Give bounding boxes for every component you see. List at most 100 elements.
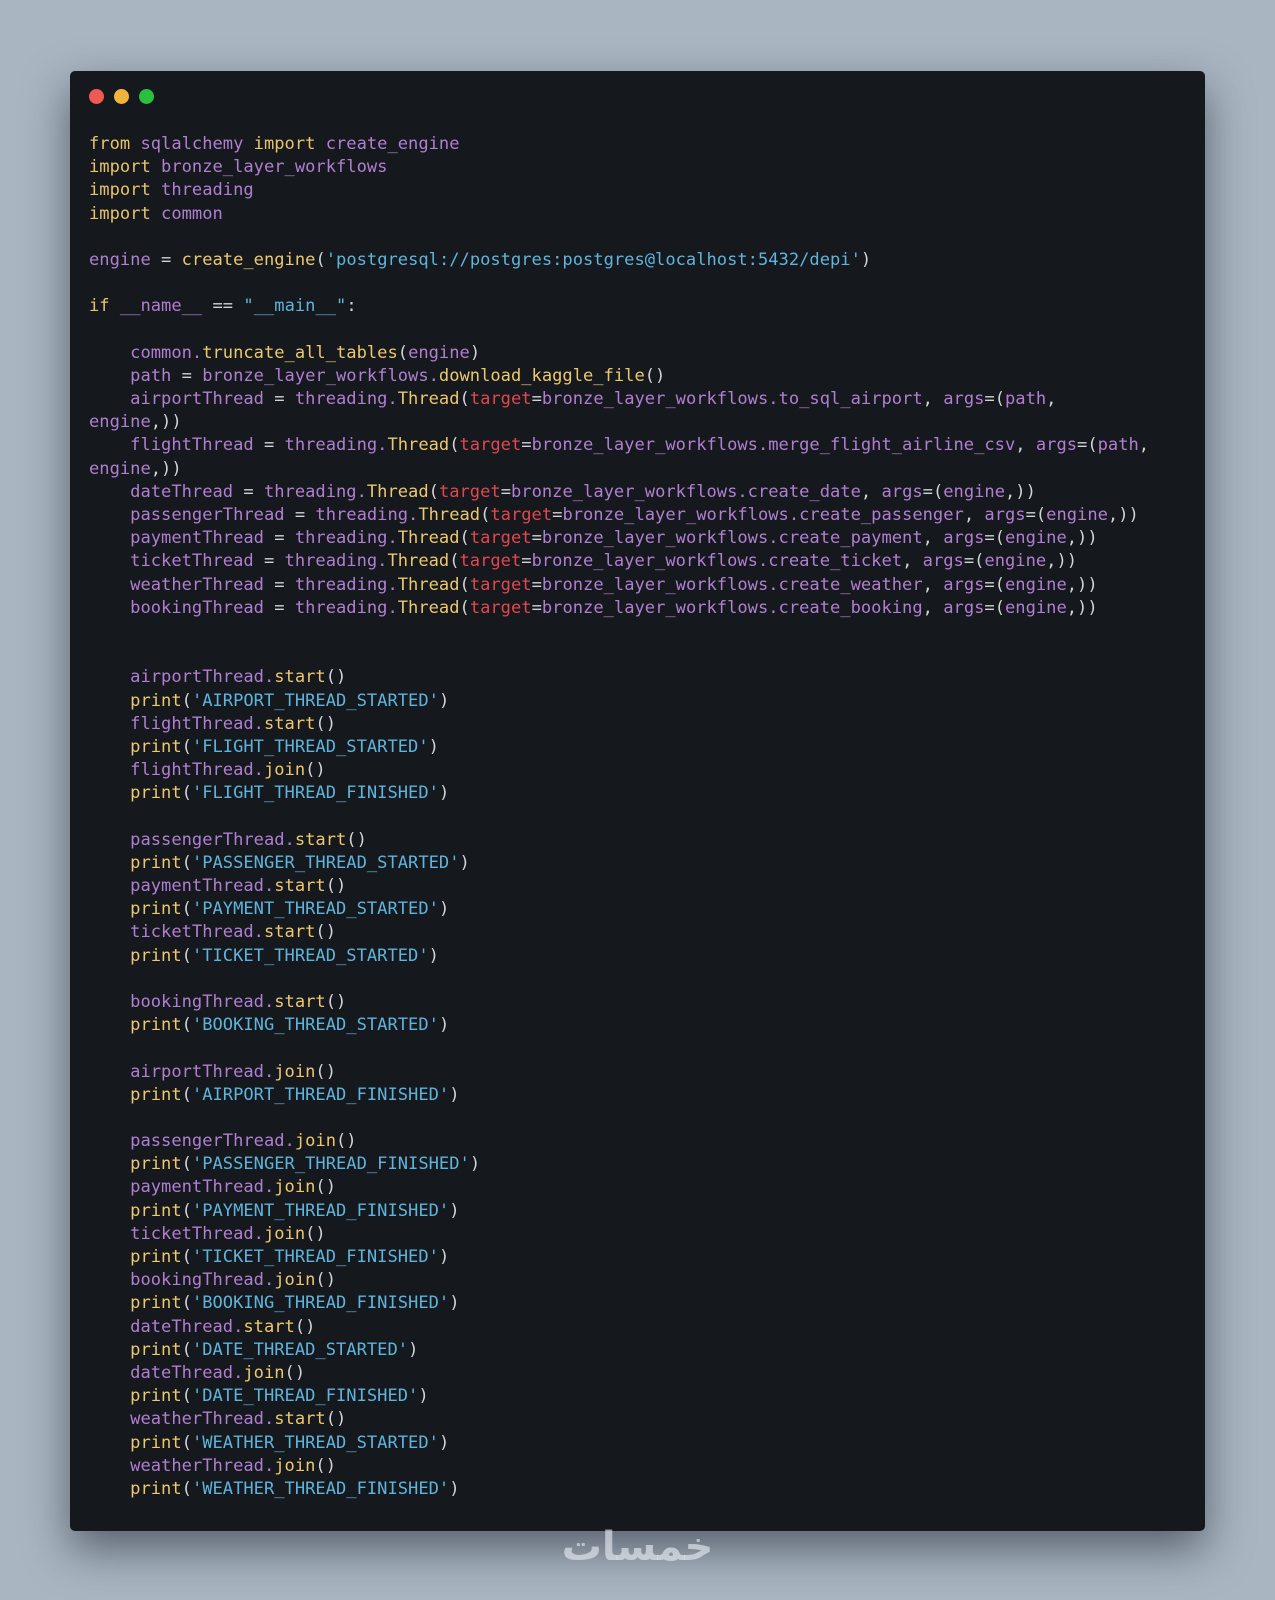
code-token: start xyxy=(274,991,326,1012)
code-line: from sqlalchemy import create_engine xyxy=(89,133,1186,156)
code-token: threading. xyxy=(294,528,398,549)
code-line: import threading xyxy=(89,179,1186,202)
code-token: () xyxy=(284,1362,306,1383)
code-token: engine xyxy=(984,551,1047,572)
code-token: = xyxy=(263,435,285,456)
code-token: , xyxy=(902,551,923,572)
code-token: ( xyxy=(449,435,460,456)
code-token: ( xyxy=(181,899,192,920)
code-token: = xyxy=(263,551,285,572)
code-token: ( xyxy=(181,1015,192,1036)
maximize-dot-icon[interactable] xyxy=(139,89,154,104)
code-line: print('TICKET_THREAD_FINISHED') xyxy=(89,1246,1186,1269)
code-token: 'PAYMENT_THREAD_STARTED' xyxy=(191,899,439,920)
code-token: ticketThread xyxy=(89,551,264,572)
code-token: args xyxy=(922,551,964,572)
code-token: join xyxy=(243,1362,285,1383)
code-token: engine xyxy=(1005,574,1067,595)
code-token: Thread xyxy=(418,505,481,525)
code-line: print('AIRPORT_THREAD_FINISHED') xyxy=(89,1084,1186,1107)
code-token: =( xyxy=(984,574,1005,595)
code-token: ,)) xyxy=(1066,597,1098,618)
code-token: () xyxy=(315,713,337,734)
code-line: import bronze_layer_workflows xyxy=(89,156,1186,179)
code-token: ( xyxy=(181,852,192,873)
code-token: 'PASSENGER_THREAD_STARTED' xyxy=(191,852,460,873)
code-token: args xyxy=(943,574,985,595)
code-token: engine xyxy=(89,249,162,270)
minimize-dot-icon[interactable] xyxy=(114,89,129,104)
code-token: () xyxy=(644,365,666,386)
code-line: engine,)) xyxy=(89,411,1186,434)
code-token: Thread xyxy=(397,528,460,549)
close-dot-icon[interactable] xyxy=(89,89,104,104)
code-token: import xyxy=(253,134,316,154)
code-line: flightThread.start() xyxy=(89,713,1186,736)
code-line: print('DATE_THREAD_STARTED') xyxy=(89,1339,1186,1362)
code-token: ) xyxy=(418,1386,429,1407)
code-token: 'DATE_THREAD_FINISHED' xyxy=(191,1386,419,1407)
code-token: import xyxy=(89,157,151,178)
code-token: threading. xyxy=(294,574,398,595)
code-token: bronze_layer_workflows.create_ticket xyxy=(531,551,903,572)
code-token: () xyxy=(305,760,326,781)
code-token: ) xyxy=(438,690,450,711)
code-token: () xyxy=(315,1270,337,1291)
code-token: () xyxy=(315,1061,337,1082)
code-token: ticketThread. xyxy=(89,1223,264,1244)
code-token: = xyxy=(521,551,532,572)
code-token: ,)) xyxy=(1005,481,1036,502)
code-token: bronze_layer_workflows xyxy=(150,157,388,178)
code-line: import common xyxy=(89,203,1186,226)
code-token: ( xyxy=(181,1200,192,1221)
code-token: ( xyxy=(315,249,326,270)
code-token: passengerThread. xyxy=(89,1131,295,1152)
code-token: print xyxy=(130,945,182,966)
code-token: ) xyxy=(449,1478,460,1499)
code-token: 'TICKET_THREAD_STARTED' xyxy=(191,945,429,966)
code-token: paymentThread xyxy=(89,528,275,549)
code-token: = xyxy=(531,597,542,618)
code-token: 'BOOKING_THREAD_FINISHED' xyxy=(191,1293,450,1314)
code-token: print xyxy=(130,852,182,873)
code-token: join xyxy=(263,760,306,781)
code-token: args xyxy=(984,505,1026,525)
code-block: from sqlalchemy import create_engine impo… xyxy=(89,133,1186,1501)
code-token: ( xyxy=(181,945,192,966)
code-token: flightThread. xyxy=(89,760,264,781)
code-token: start xyxy=(274,667,326,688)
code-line: print('WEATHER_THREAD_FINISHED') xyxy=(89,1478,1186,1501)
code-token: Thread xyxy=(397,597,460,618)
code-line: engine = create_engine('postgresql://pos… xyxy=(89,249,1186,272)
code-token: args xyxy=(943,389,985,410)
code-token: ( xyxy=(459,389,470,410)
code-token: () xyxy=(325,667,347,688)
code-token: bronze_layer_workflows.create_date xyxy=(510,481,861,502)
code-token: paymentThread. xyxy=(89,876,275,896)
code-token: passengerThread xyxy=(89,505,295,525)
code-token: () xyxy=(336,1131,357,1152)
code-token: 'TICKET_THREAD_FINISHED' xyxy=(191,1247,439,1267)
code-token: ) xyxy=(438,783,450,804)
code-token: print xyxy=(130,1478,182,1499)
code-token: common. xyxy=(89,342,203,363)
code-line: print('FLIGHT_THREAD_FINISHED') xyxy=(89,782,1186,805)
code-token: () xyxy=(325,1409,347,1430)
code-line: print('BOOKING_THREAD_FINISHED') xyxy=(89,1292,1186,1315)
code-token: , xyxy=(860,481,882,502)
code-line: passengerThread = threading.Thread(targe… xyxy=(89,504,1186,527)
code-token: create_engine xyxy=(315,134,460,154)
code-token: join xyxy=(263,1223,306,1244)
code-token: print xyxy=(130,736,182,757)
